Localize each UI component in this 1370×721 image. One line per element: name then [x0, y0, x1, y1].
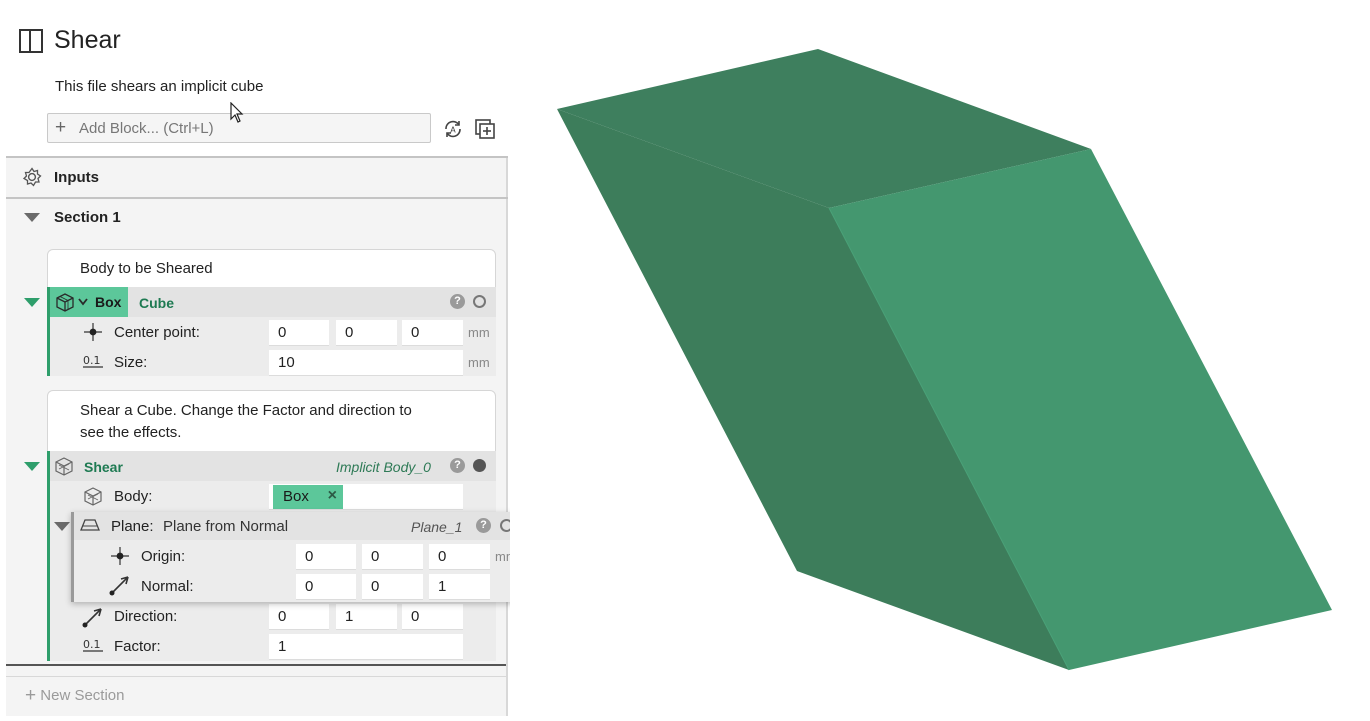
center-point-label: Center point: — [114, 324, 200, 341]
factor-field[interactable]: 1 — [269, 634, 463, 660]
origin-z-field[interactable]: 0 — [429, 544, 490, 570]
sheared-cube-render[interactable] — [510, 0, 1370, 716]
body-chip-box[interactable]: Box × — [273, 485, 343, 509]
remove-chip-icon[interactable]: × — [328, 487, 337, 505]
shear-block-collapse-toggle[interactable] — [24, 462, 40, 471]
file-description[interactable]: This file shears an implicit cube — [55, 78, 263, 95]
factor-label: Factor: — [114, 638, 161, 655]
origin-y-field[interactable]: 0 — [362, 544, 423, 570]
normal-x-field[interactable]: 0 — [296, 574, 356, 600]
file-header: Shear This file shears an implicit cube … — [6, 0, 508, 156]
new-section-label: New Section — [40, 687, 125, 704]
shear-comment-line1[interactable]: Shear a Cube. Change the Factor and dire… — [80, 400, 412, 422]
direction-y-field[interactable]: 1 — [336, 604, 397, 630]
direction-label: Direction: — [114, 608, 178, 625]
normal-label: Normal: — [141, 578, 194, 595]
shear-type-label[interactable]: Shear — [84, 459, 123, 475]
help-icon[interactable]: ? — [476, 518, 491, 533]
divider — [6, 156, 508, 158]
center-z-field[interactable]: 0 — [402, 320, 463, 346]
plus-icon: + — [55, 117, 67, 138]
body-label: Body: — [114, 488, 153, 505]
vector-icon — [109, 576, 129, 596]
scalar-icon: 0.1 — [83, 638, 103, 652]
plane-label: Plane: — [111, 518, 154, 535]
center-unit: mm — [468, 325, 490, 340]
output-toggle-active[interactable] — [473, 459, 486, 472]
shear-output-name[interactable]: Implicit Body_0 — [336, 459, 431, 475]
direction-z-field[interactable]: 0 — [402, 604, 463, 630]
sync-icon[interactable]: A — [442, 118, 464, 140]
plane-subblock: Plane: Plane from Normal Plane_1 ? Origi… — [71, 512, 527, 602]
svg-text:A: A — [450, 126, 456, 135]
plane-name[interactable]: Plane_1 — [411, 519, 462, 535]
divider — [6, 197, 508, 199]
box-block-comment[interactable]: Body to be Sheared — [80, 258, 213, 280]
box-type-label: Box — [95, 294, 122, 310]
body-shear-icon — [84, 487, 102, 506]
cursor-icon — [230, 102, 244, 123]
section-title[interactable]: Section 1 — [54, 209, 121, 226]
file-panel: Shear This file shears an implicit cube … — [6, 0, 508, 716]
center-x-field[interactable]: 0 — [269, 320, 329, 346]
plane-collapse-toggle[interactable] — [54, 522, 70, 531]
origin-x-field[interactable]: 0 — [296, 544, 356, 570]
point-icon — [84, 323, 102, 341]
center-y-field[interactable]: 0 — [336, 320, 397, 346]
inputs-gear-icon — [22, 167, 42, 187]
divider — [6, 676, 508, 677]
section-collapse-toggle[interactable] — [24, 213, 40, 222]
normal-y-field[interactable]: 0 — [362, 574, 423, 600]
normal-z-field[interactable]: 1 — [429, 574, 490, 600]
cube-icon — [56, 293, 74, 312]
plane-type[interactable]: Plane from Normal — [163, 518, 288, 535]
new-section-button[interactable]: + New Section — [25, 684, 125, 706]
shear-icon — [55, 457, 73, 476]
box-type-tag[interactable]: Box — [50, 287, 128, 317]
panel-icon[interactable] — [19, 29, 43, 53]
shear-comment-line2[interactable]: see the effects. — [80, 422, 181, 444]
3d-viewport[interactable] — [510, 0, 1370, 716]
direction-x-field[interactable]: 0 — [269, 604, 329, 630]
duplicate-icon[interactable] — [474, 118, 496, 140]
svg-text:0.1: 0.1 — [83, 638, 101, 651]
size-field[interactable]: 10 — [269, 350, 463, 376]
output-toggle[interactable] — [473, 295, 486, 308]
vector-icon — [82, 608, 102, 628]
size-label: Size: — [114, 354, 148, 371]
plane-icon — [80, 519, 100, 531]
svg-text:0.1: 0.1 — [83, 354, 101, 367]
plus-icon: + — [25, 685, 37, 706]
body-chip-label: Box — [283, 488, 309, 505]
inputs-row[interactable]: Inputs — [54, 169, 99, 186]
origin-label: Origin: — [141, 548, 186, 565]
scalar-icon: 0.1 — [83, 354, 103, 368]
help-icon[interactable]: ? — [450, 458, 465, 473]
point-icon — [111, 547, 129, 565]
add-block-placeholder: Add Block... (Ctrl+L) — [79, 120, 214, 137]
size-unit: mm — [468, 355, 490, 370]
file-title: Shear — [54, 26, 121, 54]
chevron-down-icon[interactable] — [78, 298, 88, 306]
box-block-collapse-toggle[interactable] — [24, 298, 40, 307]
section-end-divider — [6, 664, 506, 666]
help-icon[interactable]: ? — [450, 294, 465, 309]
box-block-name[interactable]: Cube — [139, 295, 174, 311]
